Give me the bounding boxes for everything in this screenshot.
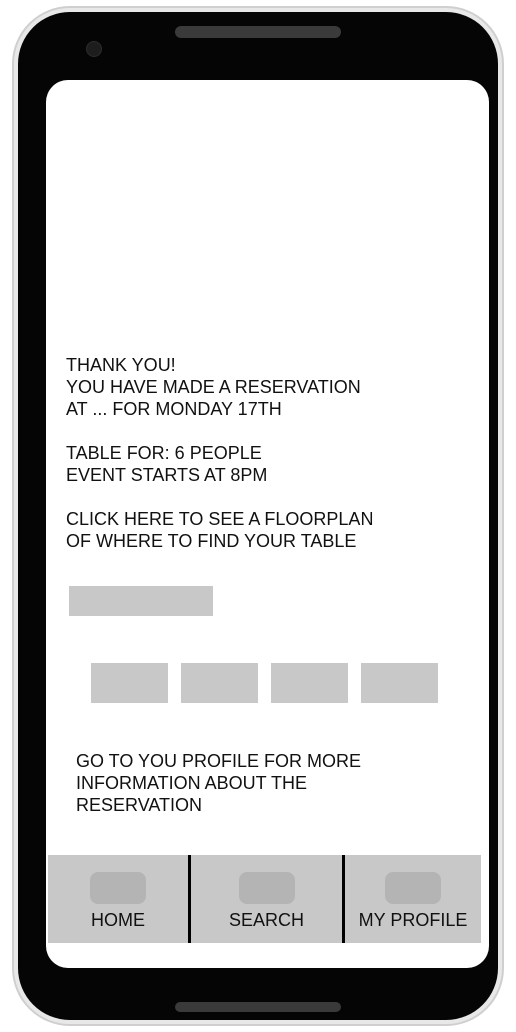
nav-home-label: HOME [91, 910, 145, 930]
floorplan-button[interactable] [69, 586, 213, 616]
image-placeholder [91, 663, 168, 703]
image-row [91, 663, 438, 703]
image-placeholder [271, 663, 348, 703]
nav-search-label: SEARCH [228, 910, 304, 930]
nav-search[interactable]: SEARCH [188, 855, 342, 943]
bottom-nav: HOME SEARCH MY PROFILE [48, 855, 481, 943]
floorplan-prompt[interactable]: CLICK HERE TO SEE A FLOORPLAN OF WHERE T… [66, 508, 466, 552]
confirmation-message: THANK YOU! YOU HAVE MADE A RESERVATION A… [66, 354, 466, 552]
nav-my-profile[interactable]: MY PROFILE [342, 855, 481, 943]
phone-speaker-top [175, 26, 341, 38]
reservation-details: TABLE FOR: 6 PEOPLE EVENT STARTS AT 8PM [66, 443, 268, 485]
camera-icon [86, 41, 102, 57]
app-screen: THANK YOU! YOU HAVE MADE A RESERVATION A… [46, 80, 489, 968]
search-icon [238, 872, 295, 904]
image-placeholder [361, 663, 438, 703]
nav-profile-label: MY PROFILE [358, 910, 468, 930]
thank-you-text: THANK YOU! YOU HAVE MADE A RESERVATION A… [66, 355, 361, 419]
profile-icon [385, 872, 441, 904]
profile-prompt: GO TO YOU PROFILE FOR MORE INFORMATION A… [76, 751, 362, 815]
nav-home[interactable]: HOME [48, 855, 188, 943]
home-icon [90, 872, 146, 904]
image-placeholder [181, 663, 258, 703]
phone-speaker-bottom [175, 1002, 341, 1012]
